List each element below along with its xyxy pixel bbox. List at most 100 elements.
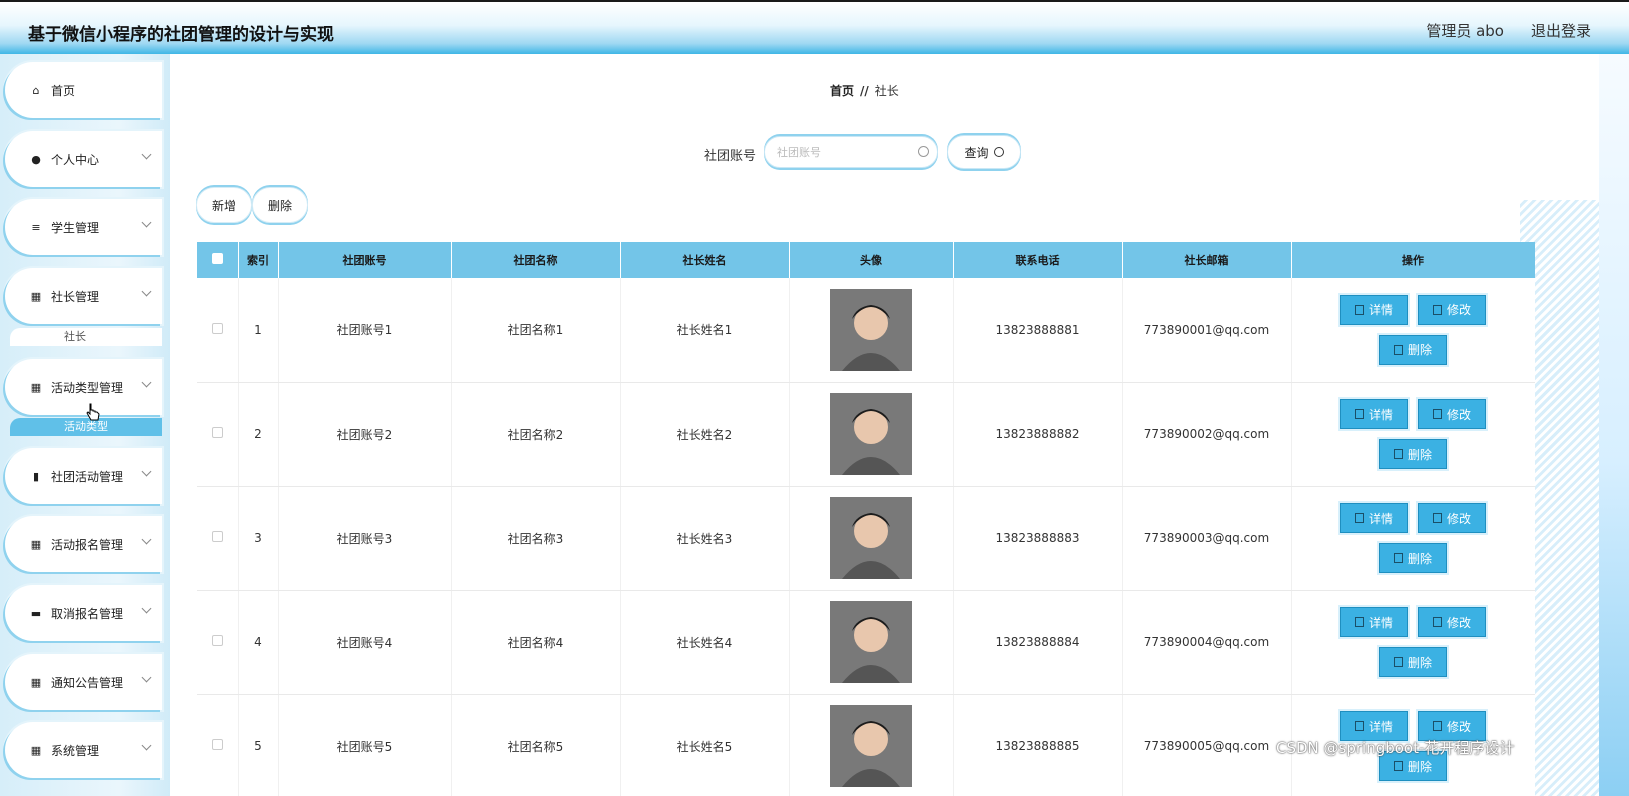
cell-club-account: 社团账号4 xyxy=(278,590,452,695)
cell-avatar xyxy=(789,278,954,383)
document-icon xyxy=(1354,721,1364,731)
sidebar-item-notice-management[interactable]: ▦ 通知公告管理 xyxy=(5,654,162,710)
search-input[interactable] xyxy=(764,136,938,168)
trash-icon xyxy=(1393,553,1403,563)
column-header: 索引 xyxy=(238,242,279,278)
logout-link[interactable]: 退出登录 xyxy=(1531,20,1591,41)
table-header-row: 索引 社团账号 社团名称 社长姓名 头像 联系电话 社长邮箱 操作 xyxy=(197,242,1535,278)
list-icon: ≡ xyxy=(31,220,41,234)
cell-club-name: 社团名称5 xyxy=(451,694,621,796)
row-select-cell xyxy=(197,694,239,796)
column-header: 头像 xyxy=(789,242,954,278)
batch-delete-button[interactable]: 删除 xyxy=(252,187,308,223)
cell-leader-name: 社长姓名4 xyxy=(620,590,790,695)
detail-button[interactable]: 详情 xyxy=(1340,399,1408,429)
cell-club-account: 社团账号2 xyxy=(278,382,452,487)
column-header: 社团名称 xyxy=(451,242,621,278)
edit-button[interactable]: 修改 xyxy=(1418,607,1486,637)
delete-button[interactable]: 删除 xyxy=(1379,543,1447,573)
sidebar-item-leader-management[interactable]: ▦ 社长管理 xyxy=(5,268,162,324)
sidebar-item-personal-center[interactable]: ● 个人中心 xyxy=(5,131,162,187)
detail-button-label: 详情 xyxy=(1368,615,1393,630)
sidebar-subitem-leader[interactable]: 社长 xyxy=(10,328,162,346)
detail-button[interactable]: 详情 xyxy=(1340,503,1408,533)
select-all-checkbox[interactable] xyxy=(211,253,223,264)
sidebar-item-student-management[interactable]: ≡ 学生管理 xyxy=(5,199,162,255)
background-decoration-edge xyxy=(1599,54,1629,796)
delete-button-label: 删除 xyxy=(1407,655,1432,670)
sidebar-item-label: 个人中心 xyxy=(51,152,100,167)
breadcrumb-home[interactable]: 首页 xyxy=(830,84,854,98)
cell-email: 773890003@qq.com xyxy=(1122,486,1292,591)
cell-club-name: 社团名称2 xyxy=(451,382,621,487)
search-button[interactable]: 查询 xyxy=(947,135,1021,169)
edit-icon xyxy=(1432,513,1442,523)
edit-button[interactable]: 修改 xyxy=(1418,294,1486,325)
document-icon xyxy=(1354,409,1364,419)
row-select-cell xyxy=(197,278,239,383)
table-row: 4 社团账号4 社团名称4 社长姓名4 13823888884 77389000… xyxy=(197,590,1535,695)
sidebar-item-home[interactable]: ⌂ 首页 xyxy=(5,62,162,118)
sidebar-item-label: 通知公告管理 xyxy=(51,675,124,690)
delete-button-label: 删除 xyxy=(1407,759,1432,774)
sidebar-item-club-activity-management[interactable]: ▮ 社团活动管理 xyxy=(5,448,162,504)
sidebar-item-activity-type-management[interactable]: ▦ 活动类型管理 xyxy=(5,359,162,415)
trash-icon xyxy=(1393,449,1403,459)
edit-icon xyxy=(1432,304,1442,315)
cell-leader-name: 社长姓名1 xyxy=(620,278,790,383)
row-select-cell xyxy=(197,382,239,487)
row-checkbox[interactable] xyxy=(211,635,223,646)
data-table: 索引 社团账号 社团名称 社长姓名 头像 联系电话 社长邮箱 操作 1 社团账号… xyxy=(197,242,1535,796)
sidebar: ⌂ 首页 ● 个人中心 ≡ 学生管理 ▦ 社长管理 社长 ▦ 活动类型管理 活动… xyxy=(0,54,170,796)
detail-button[interactable]: 详情 xyxy=(1340,607,1408,637)
select-all-cell xyxy=(197,242,239,278)
edit-button[interactable]: 修改 xyxy=(1418,399,1486,429)
search-icon xyxy=(993,147,1004,157)
search-icon xyxy=(918,146,929,157)
bar-chart-icon: ▮ xyxy=(32,469,40,483)
chevron-down-icon xyxy=(141,466,152,477)
row-checkbox[interactable] xyxy=(211,531,223,542)
document-icon xyxy=(1354,513,1364,523)
add-button[interactable]: 新增 xyxy=(196,187,252,223)
avatar xyxy=(830,497,912,579)
row-checkbox[interactable] xyxy=(211,322,223,334)
edit-button-label: 修改 xyxy=(1446,407,1471,422)
sidebar-item-system-management[interactable]: ▦ 系统管理 xyxy=(5,722,162,778)
chevron-down-icon xyxy=(141,377,152,388)
cell-avatar xyxy=(789,382,954,487)
table-row: 3 社团账号3 社团名称3 社长姓名3 13823888883 77389000… xyxy=(197,486,1535,591)
cell-leader-name: 社长姓名5 xyxy=(620,694,790,796)
cell-index: 3 xyxy=(238,486,279,591)
column-header: 操作 xyxy=(1291,242,1535,278)
app-title: 基于微信小程序的社团管理的设计与实现 xyxy=(28,25,334,45)
cell-club-name: 社团名称1 xyxy=(451,278,621,383)
cell-operations: 详情 修改 删除 xyxy=(1291,382,1535,487)
edit-button[interactable]: 修改 xyxy=(1418,503,1486,533)
cell-avatar xyxy=(789,486,954,591)
row-checkbox[interactable] xyxy=(211,427,223,438)
sidebar-item-cancel-registration-management[interactable]: ▬ 取消报名管理 xyxy=(5,585,162,641)
cell-index: 5 xyxy=(238,694,279,796)
detail-button[interactable]: 详情 xyxy=(1340,294,1408,325)
avatar xyxy=(830,705,912,787)
chevron-down-icon xyxy=(141,740,152,751)
row-select-cell xyxy=(197,590,239,695)
delete-button[interactable]: 删除 xyxy=(1379,647,1447,677)
sidebar-item-registration-management[interactable]: ▦ 活动报名管理 xyxy=(5,516,162,572)
cell-operations: 详情 修改 删除 xyxy=(1291,590,1535,695)
cell-club-account: 社团账号3 xyxy=(278,486,452,591)
sidebar-item-label: 系统管理 xyxy=(51,743,100,758)
document-icon xyxy=(1354,617,1364,627)
detail-button-label: 详情 xyxy=(1368,303,1393,318)
avatar xyxy=(830,601,912,683)
delete-button[interactable]: 删除 xyxy=(1379,439,1447,469)
edit-icon xyxy=(1432,721,1442,731)
sidebar-item-label: 活动报名管理 xyxy=(51,537,124,552)
row-checkbox[interactable] xyxy=(211,739,223,750)
document-icon xyxy=(1354,304,1364,315)
cell-phone: 13823888882 xyxy=(953,382,1123,487)
watermark: CSDN @springboot-花开程序设计 xyxy=(1276,739,1515,757)
current-user-label: 管理员 abo xyxy=(1426,22,1504,40)
delete-button[interactable]: 删除 xyxy=(1379,334,1447,365)
